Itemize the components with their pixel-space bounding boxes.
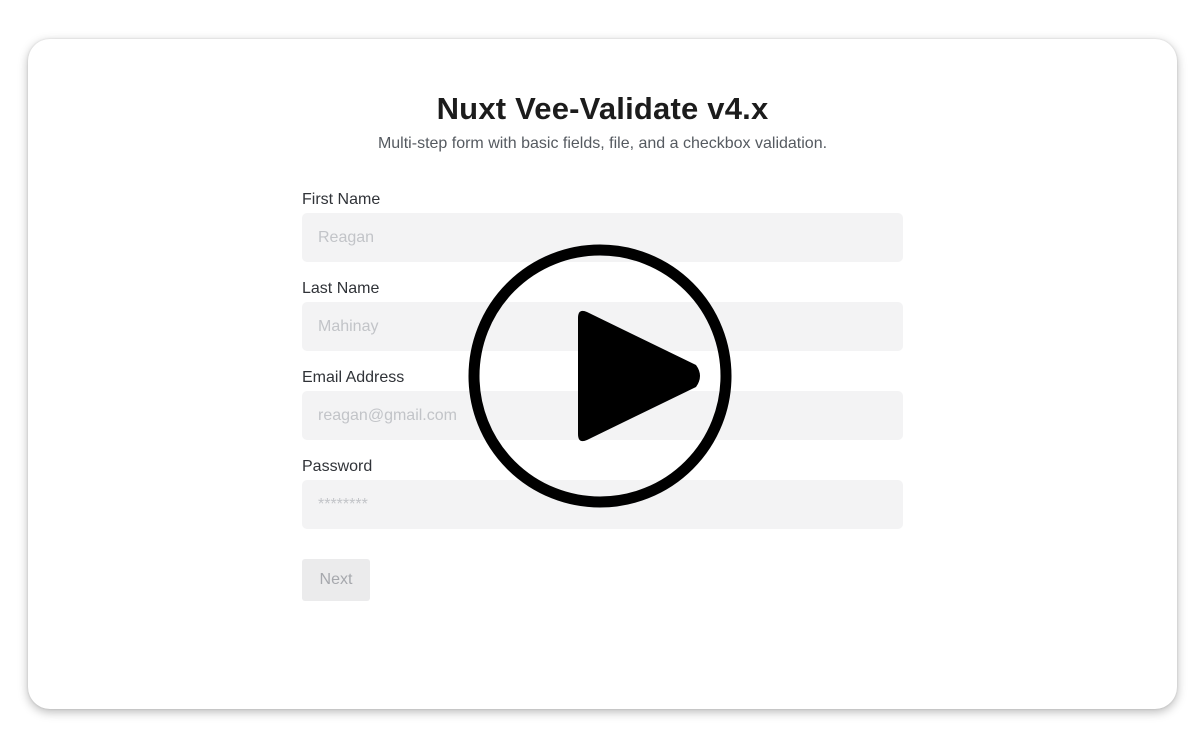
play-icon	[468, 244, 732, 508]
page-title: Nuxt Vee-Validate v4.x	[436, 91, 769, 126]
video-thumbnail-frame: Nuxt Vee-Validate v4.x Multi-step form w…	[28, 39, 1177, 709]
next-button[interactable]: Next	[302, 559, 370, 601]
play-button[interactable]	[468, 244, 732, 508]
page-subtitle: Multi-step form with basic fields, file,…	[377, 135, 828, 152]
form-header: Nuxt Vee-Validate v4.x Multi-step form w…	[28, 89, 1177, 155]
first-name-label: First Name	[302, 191, 381, 208]
